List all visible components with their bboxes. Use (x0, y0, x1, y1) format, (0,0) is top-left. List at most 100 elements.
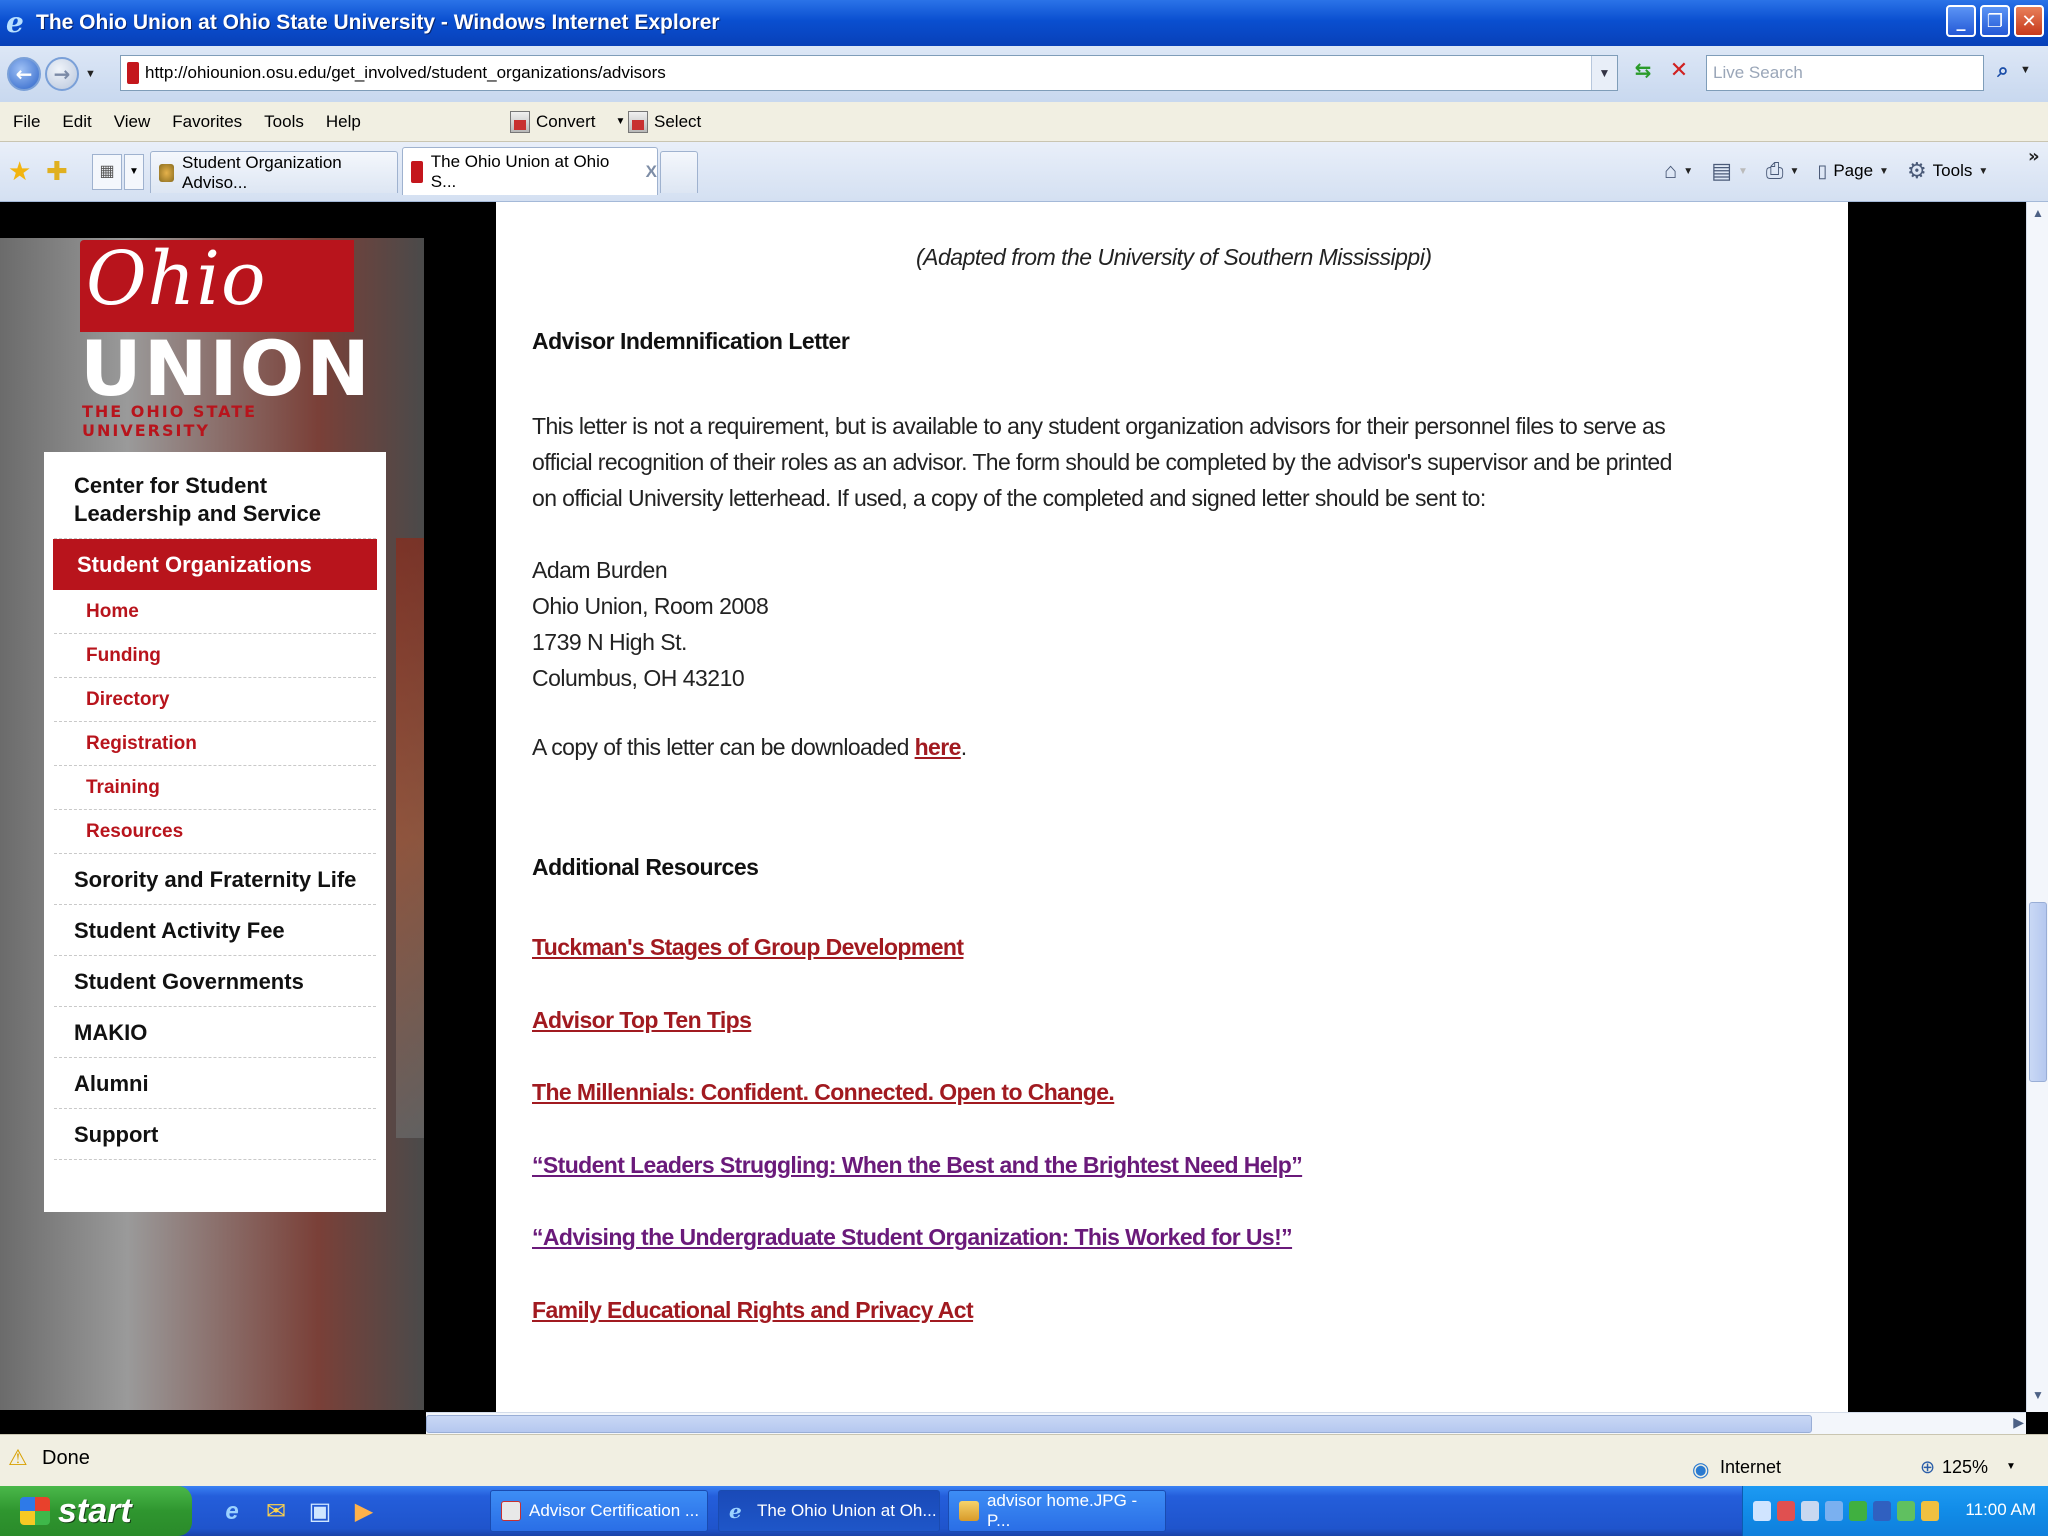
paint-task-icon (959, 1501, 979, 1521)
nav-sub-registration[interactable]: Registration (54, 722, 376, 766)
start-button[interactable]: start (0, 1486, 192, 1536)
outlook-quicklaunch-icon[interactable]: ✉ (262, 1498, 290, 1526)
task-ohio-union-ie[interactable]: e The Ohio Union at Oh... (718, 1490, 940, 1532)
nav-sub-training[interactable]: Training (54, 766, 376, 810)
scroll-right-icon[interactable]: ▶ (2013, 1414, 2024, 1431)
vertical-scroll-thumb[interactable] (2029, 902, 2047, 1082)
security-tray-icon[interactable] (1777, 1501, 1795, 1521)
feeds-icon[interactable]: ▤ (1711, 158, 1732, 184)
link-tuckman-stages[interactable]: Tuckman's Stages of Group Development (532, 934, 964, 961)
horizontal-scroll-thumb[interactable] (426, 1415, 1812, 1433)
bluetooth-tray-icon[interactable] (1825, 1501, 1843, 1521)
zoom-icon[interactable]: ⊕ (1920, 1457, 1935, 1478)
zoom-level[interactable]: 125% (1942, 1457, 1988, 1478)
tools-menu[interactable]: Tools (1933, 161, 1973, 181)
clock[interactable]: 11:00 AM (1965, 1500, 2036, 1520)
task-advisor-home-jpg[interactable]: advisor home.JPG - P... (948, 1490, 1166, 1532)
recent-pages-dropdown[interactable]: ▼ (85, 68, 96, 80)
favorites-star-icon[interactable]: ★ (8, 156, 31, 187)
menu-bar: File Edit View Favorites Tools Help Conv… (0, 102, 2048, 142)
left-sidebar: Ohio UNION THE OHIO STATE UNIVERSITY Cen… (0, 238, 424, 1410)
search-input[interactable]: Live Search (1706, 55, 1984, 91)
window-title: The Ohio Union at Ohio State University … (36, 11, 720, 34)
network-tray-icon[interactable] (1753, 1501, 1771, 1521)
link-advisor-top-ten-tips[interactable]: Advisor Top Ten Tips (532, 1007, 752, 1034)
media-player-quicklaunch-icon[interactable]: ▶ (350, 1498, 378, 1526)
link-student-leaders-struggling[interactable]: “Student Leaders Struggling: When the Be… (532, 1152, 1303, 1179)
ie-quicklaunch-icon[interactable]: e (218, 1498, 246, 1526)
display-tray-icon[interactable] (1801, 1501, 1819, 1521)
vertical-scrollbar[interactable]: ▲ ▼ (2026, 202, 2048, 1412)
menu-view[interactable]: View (114, 112, 151, 132)
window-title-bar[interactable]: e The Ohio Union at Ohio State Universit… (0, 0, 2048, 46)
print-dropdown[interactable]: ▼ (1790, 166, 1800, 177)
refresh-button[interactable]: ⇆ (1628, 58, 1658, 88)
quick-tabs-icon[interactable]: ▦ (92, 154, 122, 190)
link-ferpa[interactable]: Family Educational Rights and Privacy Ac… (532, 1297, 974, 1324)
horizontal-scrollbar[interactable]: ▶ (426, 1412, 2026, 1434)
convert-button[interactable]: Convert ▼ (510, 110, 626, 133)
volume-tray-icon[interactable] (1873, 1501, 1891, 1521)
warning-icon[interactable]: ⚠ (8, 1445, 28, 1471)
desktop-quicklaunch-icon[interactable]: ▣ (306, 1498, 334, 1526)
back-button[interactable]: ← (7, 57, 41, 91)
menu-favorites[interactable]: Favorites (172, 112, 242, 132)
task-label: advisor home.JPG - P... (986, 1491, 1138, 1530)
ohio-union-logo[interactable]: Ohio UNION THE OHIO STATE UNIVERSITY (80, 238, 370, 440)
page-dropdown[interactable]: ▼ (1879, 166, 1889, 177)
tab-close-icon[interactable]: X (646, 162, 657, 182)
update-tray-icon[interactable] (1849, 1501, 1867, 1521)
power-tray-icon[interactable] (1897, 1501, 1915, 1521)
menu-tools[interactable]: Tools (264, 112, 304, 132)
nav-center-for-student-leadership[interactable]: Center for Student Leadership and Servic… (54, 452, 376, 539)
nav-sub-resources[interactable]: Resources (54, 810, 376, 854)
home-dropdown[interactable]: ▼ (1683, 166, 1693, 177)
windows-logo-icon (20, 1497, 50, 1525)
forward-button[interactable]: → (45, 57, 79, 91)
nav-support[interactable]: Support (54, 1109, 376, 1160)
tools-dropdown[interactable]: ▼ (1978, 166, 1988, 177)
add-favorite-icon[interactable]: ✚ (46, 156, 68, 187)
address-input[interactable]: http://ohiounion.osu.edu/get_involved/st… (120, 55, 1618, 91)
tab-ohio-union[interactable]: The Ohio Union at Ohio S... X (402, 147, 658, 195)
search-icon[interactable]: ⌕ (1988, 58, 2018, 88)
zoom-dropdown[interactable]: ▼ (2006, 1461, 2016, 1472)
tab-list-dropdown[interactable]: ▼ (124, 154, 144, 190)
nav-student-activity-fee[interactable]: Student Activity Fee (54, 905, 376, 956)
restore-button[interactable]: ❐ (1980, 5, 2010, 37)
close-button[interactable]: ✕ (2014, 5, 2044, 37)
minimize-button[interactable]: _ (1946, 5, 1976, 37)
menu-help[interactable]: Help (326, 112, 361, 132)
nav-sorority-fraternity-life[interactable]: Sorority and Fraternity Life (54, 854, 376, 905)
page-menu[interactable]: Page (1833, 161, 1873, 181)
nav-sub-directory[interactable]: Directory (54, 678, 376, 722)
link-millennials[interactable]: The Millennials: Confident. Connected. O… (532, 1079, 1115, 1106)
nav-makio[interactable]: MAKIO (54, 1007, 376, 1058)
scroll-up-icon[interactable]: ▲ (2029, 206, 2047, 226)
home-icon[interactable]: ⌂ (1664, 158, 1677, 184)
main-content: (Adapted from the University of Southern… (496, 202, 1848, 1412)
chevron-more-icon[interactable]: » (2028, 146, 2040, 167)
nav-student-governments[interactable]: Student Governments (54, 956, 376, 1007)
stop-button[interactable]: ✕ (1664, 58, 1694, 88)
alert-tray-icon[interactable] (1921, 1501, 1939, 1521)
link-advising-undergraduate-orgs[interactable]: “Advising the Undergraduate Student Orga… (532, 1224, 1293, 1251)
nav-alumni[interactable]: Alumni (54, 1058, 376, 1109)
scroll-down-icon[interactable]: ▼ (2029, 1388, 2047, 1408)
security-zone[interactable]: Internet (1720, 1457, 1781, 1478)
nav-sub-home[interactable]: Home (54, 590, 376, 634)
address-dropdown[interactable]: ▼ (1591, 56, 1617, 90)
search-options-dropdown[interactable]: ▼ (2020, 64, 2031, 76)
address-line: Ohio Union, Room 2008 (532, 593, 769, 619)
download-here-link[interactable]: here (915, 734, 962, 760)
menu-file[interactable]: File (13, 112, 40, 132)
task-advisor-certification[interactable]: Advisor Certification ... (490, 1490, 708, 1532)
nav-sub-funding[interactable]: Funding (54, 634, 376, 678)
tab-student-org-advisors[interactable]: Student Organization Adviso... (150, 151, 398, 193)
select-button[interactable]: Select (628, 110, 701, 133)
new-tab-button[interactable] (660, 151, 698, 193)
convert-dropdown-icon[interactable]: ▼ (616, 116, 626, 127)
menu-edit[interactable]: Edit (62, 112, 91, 132)
print-icon[interactable]: ⎙ (1766, 158, 1784, 184)
nav-student-organizations[interactable]: Student Organizations (53, 539, 377, 590)
